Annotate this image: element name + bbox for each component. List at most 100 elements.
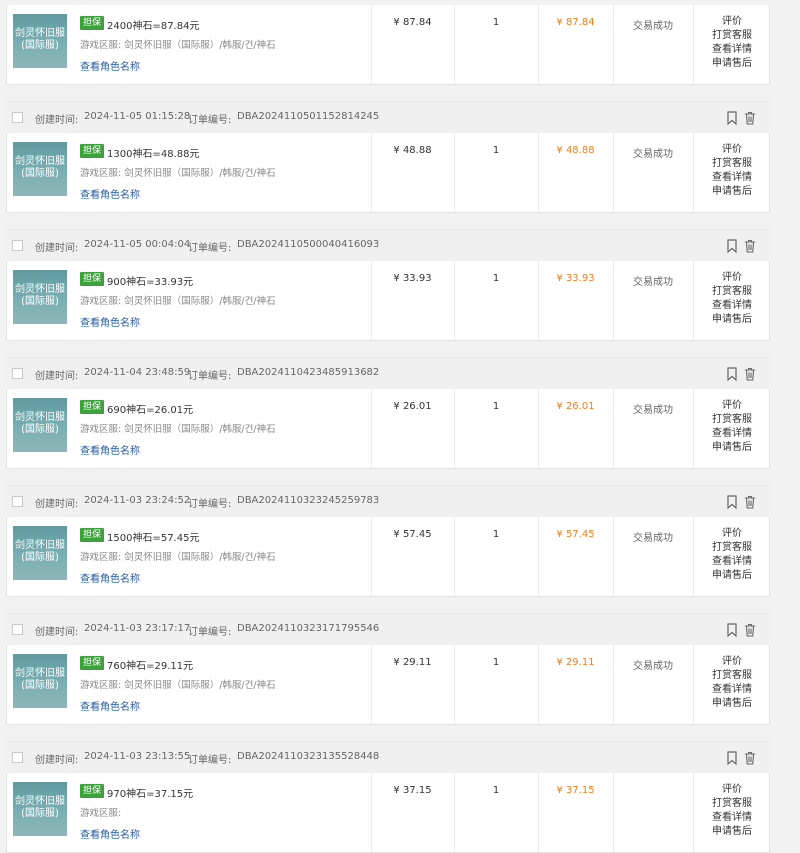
action-view-details[interactable]: 查看详情: [693, 171, 771, 185]
quantity: 1: [492, 529, 500, 540]
order-checkbox[interactable]: [12, 496, 23, 507]
action-after-sales[interactable]: 申请售后: [693, 313, 771, 327]
unit-price: ¥ 48.88: [393, 145, 432, 156]
action-tip-support[interactable]: 打赏客服: [693, 29, 771, 43]
order-header: 创建时间: 2024-11-05 00:04:04 订单编号: DBA20241…: [6, 229, 770, 261]
game-server-value: 剑灵怀旧服（国际服）/韩服/건/神石: [124, 168, 276, 179]
product-thumbnail[interactable]: 剑灵怀旧服 (国际服): [13, 142, 67, 196]
order-checkbox[interactable]: [12, 368, 23, 379]
action-view-details[interactable]: 查看详情: [693, 811, 771, 825]
action-view-details[interactable]: 查看详情: [693, 299, 771, 313]
action-view-details[interactable]: 查看详情: [693, 683, 771, 697]
order-number-value: DBA2024110500040416093: [237, 239, 380, 250]
action-after-sales[interactable]: 申请售后: [693, 185, 771, 199]
view-role-name-link[interactable]: 查看角色名称: [80, 442, 140, 457]
created-time-label: 创建时间:: [35, 755, 79, 766]
action-tip-support[interactable]: 打赏客服: [693, 285, 771, 299]
action-tip-support[interactable]: 打赏客服: [693, 797, 771, 811]
action-after-sales[interactable]: 申请售后: [693, 441, 771, 455]
order-checkbox[interactable]: [12, 240, 23, 251]
product-title[interactable]: 760神石=29.11元: [107, 657, 193, 672]
bookmark-icon[interactable]: [726, 367, 738, 381]
guarantee-badge: 担保: [80, 144, 105, 158]
paid-amount: ¥ 87.84: [556, 17, 595, 28]
action-view-details[interactable]: 查看详情: [693, 555, 771, 569]
product-thumbnail[interactable]: 剑灵怀旧服 (国际服): [13, 782, 67, 836]
product-title[interactable]: 2400神石=87.84元: [107, 17, 199, 32]
trash-icon[interactable]: [744, 623, 756, 637]
product-thumbnail[interactable]: 剑灵怀旧服 (国际服): [13, 654, 67, 708]
unit-price: ¥ 29.11: [393, 657, 432, 668]
action-tip-support[interactable]: 打赏客服: [693, 157, 771, 171]
product-thumbnail[interactable]: 剑灵怀旧服 (国际服): [13, 14, 67, 68]
product-thumbnail[interactable]: 剑灵怀旧服 (国际服): [13, 398, 67, 452]
action-view-details[interactable]: 查看详情: [693, 43, 771, 57]
unit-price-cell: ¥ 29.11: [371, 645, 455, 724]
order-checkbox[interactable]: [12, 112, 23, 123]
bookmark-icon[interactable]: [726, 751, 738, 765]
trash-icon[interactable]: [744, 751, 756, 765]
paid-amount: ¥ 48.88: [556, 145, 595, 156]
created-time-value: 2024-11-04 23:48:59: [84, 367, 191, 378]
action-review[interactable]: 评价: [693, 399, 771, 413]
trash-icon[interactable]: [744, 495, 756, 509]
action-review[interactable]: 评价: [693, 783, 771, 797]
game-server-value: 剑灵怀旧服（国际服）/韩服/건/神石: [124, 552, 276, 563]
trash-icon[interactable]: [744, 111, 756, 125]
bookmark-icon[interactable]: [726, 623, 738, 637]
game-server-label: 游戏区服:: [80, 552, 122, 563]
bookmark-icon[interactable]: [726, 495, 738, 509]
order-status: 交易成功: [633, 277, 673, 288]
quantity: 1: [492, 145, 500, 156]
product-title[interactable]: 1300神石=48.88元: [107, 145, 199, 160]
action-after-sales[interactable]: 申请售后: [693, 825, 771, 839]
product-title[interactable]: 900神石=33.93元: [107, 273, 193, 288]
action-tip-support[interactable]: 打赏客服: [693, 669, 771, 683]
action-review[interactable]: 评价: [693, 15, 771, 29]
view-role-name-link[interactable]: 查看角色名称: [80, 698, 140, 713]
quantity-cell: 1: [454, 261, 539, 340]
thumbnail-text-line: (国际服): [21, 552, 59, 563]
product-thumbnail[interactable]: 剑灵怀旧服 (国际服): [13, 526, 67, 580]
bookmark-icon[interactable]: [726, 239, 738, 253]
order-checkbox[interactable]: [12, 624, 23, 635]
game-server-value: 剑灵怀旧服（国际服）/韩服/건/神石: [124, 40, 276, 51]
trash-icon[interactable]: [744, 239, 756, 253]
view-role-name-link[interactable]: 查看角色名称: [80, 314, 140, 329]
view-role-name-link[interactable]: 查看角色名称: [80, 826, 140, 841]
product-thumbnail[interactable]: 剑灵怀旧服 (国际服): [13, 270, 67, 324]
product-title[interactable]: 690神石=26.01元: [107, 401, 193, 416]
paid-amount-cell: ¥ 33.93: [538, 261, 614, 340]
action-review[interactable]: 评价: [693, 655, 771, 669]
action-after-sales[interactable]: 申请售后: [693, 569, 771, 583]
order-checkbox[interactable]: [12, 752, 23, 763]
action-tip-support[interactable]: 打赏客服: [693, 413, 771, 427]
view-role-name-link[interactable]: 查看角色名称: [80, 186, 140, 201]
created-time-value: 2024-11-03 23:13:55: [84, 751, 191, 762]
action-view-details[interactable]: 查看详情: [693, 427, 771, 441]
bookmark-icon[interactable]: [726, 111, 738, 125]
view-role-name-link[interactable]: 查看角色名称: [80, 58, 140, 73]
order-status: 交易成功: [633, 149, 673, 160]
action-after-sales[interactable]: 申请售后: [693, 57, 771, 71]
product-title[interactable]: 1500神石=57.45元: [107, 529, 199, 544]
created-time-label: 创建时间:: [35, 243, 79, 254]
created-time-value: 2024-11-03 23:24:52: [84, 495, 191, 506]
unit-price: ¥ 57.45: [393, 529, 432, 540]
game-server-value: 剑灵怀旧服（国际服）/韩服/건/神石: [124, 296, 276, 307]
product-cell: 剑灵怀旧服 (国际服) 担保 760神石=29.11元 游戏区服: 剑灵怀旧服（…: [7, 645, 372, 724]
action-after-sales[interactable]: 申请售后: [693, 697, 771, 711]
quantity-cell: 1: [454, 133, 539, 212]
game-server: 游戏区服: 剑灵怀旧服（国际服）/韩服/건/神石: [80, 37, 276, 51]
paid-amount: ¥ 57.45: [556, 529, 595, 540]
action-review[interactable]: 评价: [693, 527, 771, 541]
action-review[interactable]: 评价: [693, 271, 771, 285]
product-title[interactable]: 970神石=37.15元: [107, 785, 193, 800]
action-review[interactable]: 评价: [693, 143, 771, 157]
unit-price: ¥ 33.93: [393, 273, 432, 284]
order-number-label: 订单编号:: [188, 243, 232, 254]
trash-icon[interactable]: [744, 367, 756, 381]
view-role-name-link[interactable]: 查看角色名称: [80, 570, 140, 585]
order-body: 剑灵怀旧服 (国际服) 担保 760神石=29.11元 游戏区服: 剑灵怀旧服（…: [6, 645, 770, 725]
action-tip-support[interactable]: 打赏客服: [693, 541, 771, 555]
